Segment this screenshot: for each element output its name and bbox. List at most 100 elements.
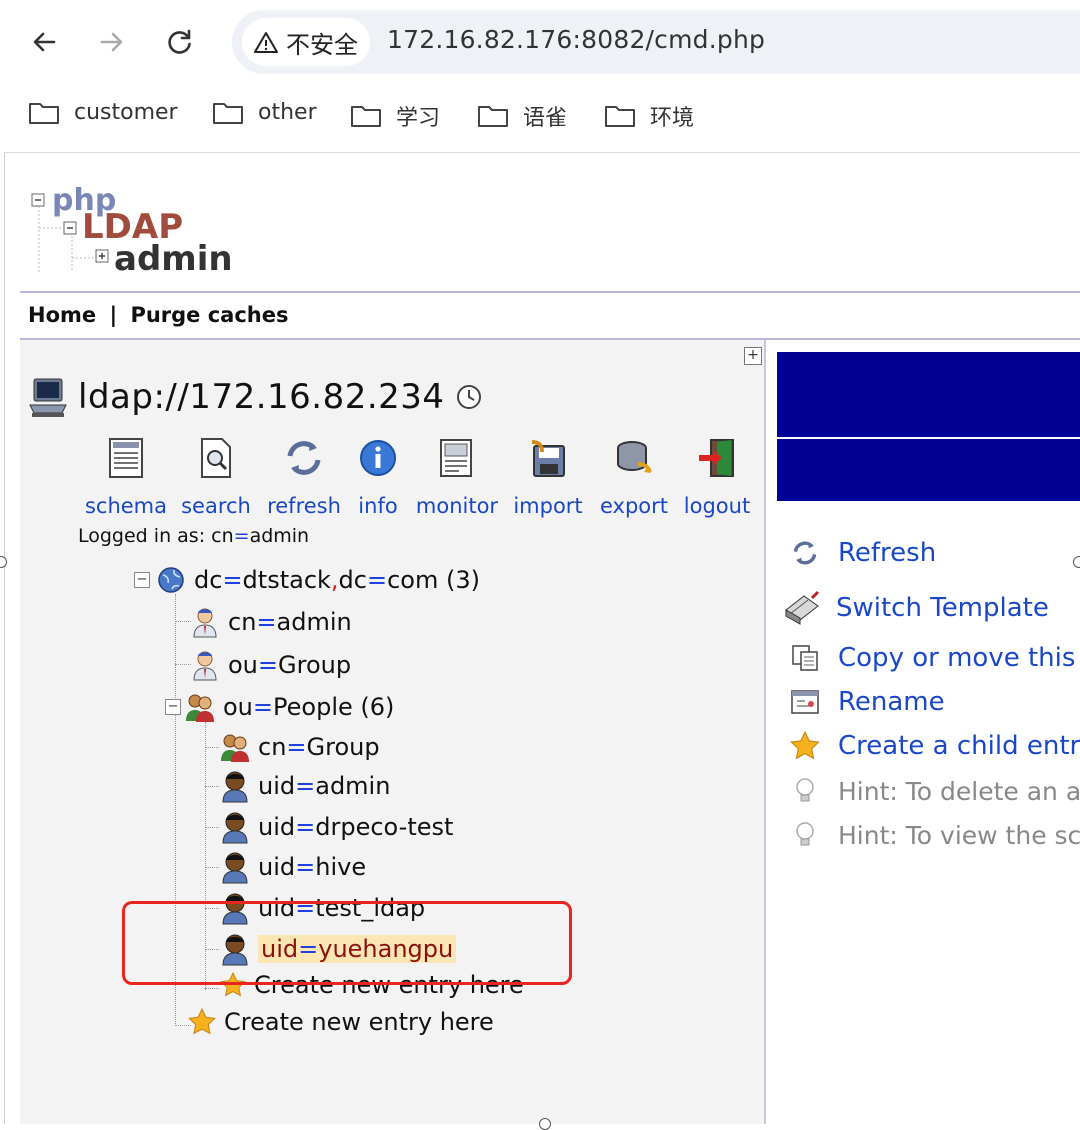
tree-entry[interactable]: ou=Group: [190, 648, 351, 682]
highlight-annotation: [122, 901, 572, 985]
svg-text:admin: admin: [114, 239, 233, 279]
import-icon: [531, 440, 565, 477]
logout-button[interactable]: logout: [682, 436, 752, 518]
collapse-toggle[interactable]: −: [134, 572, 150, 588]
view-schema-hint: Hint: To view the sc: [790, 820, 1080, 850]
rename-link[interactable]: Rename: [790, 687, 945, 717]
user-admin-icon: [193, 651, 217, 681]
copy-icon: [792, 645, 818, 671]
clock-icon[interactable]: [455, 383, 483, 411]
tree-entry[interactable]: uid=admin: [220, 769, 390, 803]
tree-entry[interactable]: uid=drpeco-test: [220, 810, 453, 844]
browser-toolbar: 不安全 172.16.82.176:8082/cmd.php: [0, 0, 1080, 86]
user-icon: [222, 812, 248, 844]
header-divider: [20, 291, 1080, 293]
search-icon: [201, 438, 231, 478]
template-icon: [785, 590, 820, 625]
schema-button[interactable]: schema: [84, 436, 168, 518]
create-entry-link[interactable]: Create new entry here: [188, 1008, 494, 1036]
reload-icon: [168, 29, 191, 54]
tree-connector: [205, 988, 219, 989]
tree-entry[interactable]: cn=Group: [220, 731, 380, 763]
group-icon: [221, 734, 249, 762]
logged-in-status: Logged in as: cn=admin: [78, 525, 310, 547]
top-menu: Home | Purge caches: [28, 303, 288, 327]
security-label: 不安全: [286, 30, 358, 59]
user-icon: [222, 852, 248, 884]
logout-icon: [699, 439, 734, 477]
toolbar-divider: [4, 152, 1080, 153]
bookmark-folder[interactable]: 学习: [350, 100, 440, 132]
resize-handle: [0, 556, 7, 568]
refresh-button[interactable]: refresh: [264, 436, 344, 518]
back-button[interactable]: [24, 22, 64, 62]
user-icon: [222, 771, 248, 803]
group-icon: [186, 694, 214, 722]
tree-connector: [175, 621, 191, 622]
url-text[interactable]: 172.16.82.176:8082/cmd.php: [387, 25, 765, 54]
tree-connector: [205, 867, 219, 868]
monitor-button[interactable]: monitor: [412, 436, 502, 518]
refresh-icon: [287, 441, 321, 475]
home-link[interactable]: Home: [28, 303, 96, 327]
computer-icon: [29, 378, 67, 417]
info-button[interactable]: info: [352, 436, 404, 518]
bookmark-folder[interactable]: customer: [28, 100, 178, 125]
tree-entry[interactable]: cn=admin: [190, 605, 352, 639]
lightbulb-icon: [796, 822, 814, 846]
purge-caches-link[interactable]: Purge caches: [130, 303, 288, 327]
menu-divider: |: [109, 303, 118, 327]
schema-icon: [109, 438, 143, 478]
tree-connector: [205, 747, 219, 748]
refresh-link[interactable]: Refresh: [790, 538, 936, 568]
resize-handle: [1073, 556, 1080, 568]
server-header: ldap://172.16.82.234: [28, 375, 483, 419]
security-chip[interactable]: 不安全: [242, 18, 370, 66]
bookmark-folder[interactable]: other: [212, 100, 317, 125]
window-edge: [4, 152, 5, 1124]
entry-subheader-banner: [777, 439, 1080, 501]
phpldapadmin-logo[interactable]: php LDAP admin: [28, 180, 238, 280]
create-child-link[interactable]: Create a child entr: [790, 731, 1080, 761]
tree-connector: [205, 786, 219, 787]
tree-entry[interactable]: − ou=People (6): [165, 691, 394, 723]
pane-separator[interactable]: [764, 340, 766, 1124]
forward-arrow-icon: [100, 32, 123, 52]
expand-pane-button[interactable]: +: [744, 347, 762, 365]
switch-template-link[interactable]: Switch Template: [782, 590, 1049, 626]
warning-icon: [254, 32, 278, 53]
search-button[interactable]: search: [176, 436, 256, 518]
rename-icon: [791, 690, 819, 714]
tree-connector: [205, 827, 219, 828]
info-icon: [360, 440, 396, 476]
tree-entry[interactable]: uid=hive: [220, 850, 366, 884]
bookmark-folder[interactable]: 语雀: [477, 100, 567, 132]
tree-root-label: dc=dtstack,dc=com (3): [194, 566, 480, 594]
globe-icon: [158, 567, 184, 593]
tree-root[interactable]: − dc=dtstack,dc=com (3): [134, 565, 480, 595]
forward-button[interactable]: [92, 22, 132, 62]
address-bar[interactable]: 不安全 172.16.82.176:8082/cmd.php: [232, 10, 1080, 74]
folder-icon: [605, 106, 635, 127]
resize-handle: [539, 1118, 551, 1130]
delete-hint: Hint: To delete an a: [790, 776, 1080, 806]
entry-header-banner: [777, 352, 1080, 437]
export-button[interactable]: export: [594, 436, 674, 518]
folder-icon: [351, 106, 381, 127]
star-icon: [188, 1008, 216, 1035]
export-icon: [617, 441, 652, 473]
folder-icon: [29, 102, 59, 124]
tree-connector: [175, 664, 191, 665]
folder-icon: [478, 106, 508, 127]
folder-icon: [213, 102, 243, 124]
server-name: ldap://172.16.82.234: [78, 377, 445, 417]
import-button[interactable]: import: [510, 436, 586, 518]
bookmark-folder[interactable]: 环境: [604, 100, 694, 132]
lightbulb-icon: [796, 778, 814, 802]
user-admin-icon: [193, 608, 217, 638]
back-arrow-icon: [33, 32, 56, 52]
copy-move-link[interactable]: Copy or move this: [790, 643, 1075, 673]
reload-button[interactable]: [160, 22, 200, 62]
collapse-toggle[interactable]: −: [165, 699, 181, 715]
monitor-icon: [440, 439, 472, 477]
